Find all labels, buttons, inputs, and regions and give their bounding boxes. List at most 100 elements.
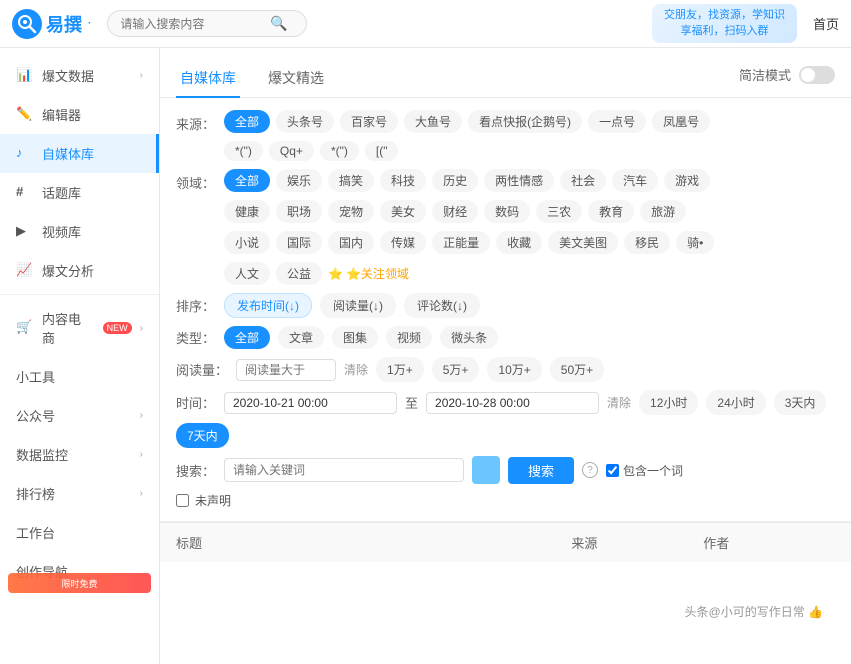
top-search-bar[interactable]: 🔍 xyxy=(107,10,307,37)
domain-xiaoshuo[interactable]: 小说 xyxy=(224,231,270,254)
time-clear-btn[interactable]: 清除 xyxy=(607,394,631,411)
read-50w[interactable]: 50万+ xyxy=(550,357,604,382)
domain-yule[interactable]: 娱乐 xyxy=(276,169,322,192)
domain-chongwu[interactable]: 宠物 xyxy=(328,200,374,223)
type-all[interactable]: 全部 xyxy=(224,326,270,349)
read-clear-btn[interactable]: 清除 xyxy=(344,361,368,378)
domain-sannong[interactable]: 三农 xyxy=(536,200,582,223)
source-options: 全部 头条号 百家号 大鱼号 看点快报(企鹅号) 一点号 凤凰号 xyxy=(224,110,835,133)
type-label: 类型： xyxy=(176,328,216,347)
type-micro[interactable]: 微头条 xyxy=(440,326,498,349)
domain-zhengneng[interactable]: 正能量 xyxy=(432,231,490,254)
time-24h[interactable]: 24小时 xyxy=(706,390,765,415)
domain-jiankang[interactable]: 健康 xyxy=(224,200,270,223)
domain-shuma[interactable]: 数码 xyxy=(484,200,530,223)
domain-chuanmei[interactable]: 传媒 xyxy=(380,231,426,254)
sort-comment-count[interactable]: 评论数(↓) xyxy=(404,293,480,318)
domain-qiche2[interactable]: 骑• xyxy=(676,231,714,254)
sidebar-item-shipin[interactable]: ▶ 视频库 xyxy=(0,212,159,251)
time-end-input[interactable] xyxy=(426,392,599,414)
declare-checkbox[interactable] xyxy=(176,494,189,507)
domain-zhichang[interactable]: 职场 xyxy=(276,200,322,223)
sidebar-item-paihang[interactable]: 排行榜 › xyxy=(0,474,159,513)
type-article[interactable]: 文章 xyxy=(278,326,324,349)
source-fenghuang[interactable]: 凤凰号 xyxy=(652,110,710,133)
help-icon[interactable]: ? xyxy=(582,462,598,478)
source-qq[interactable]: Qq+ xyxy=(269,141,314,161)
time-12h[interactable]: 12小时 xyxy=(639,390,698,415)
sidebar-item-baowen-fenxi[interactable]: 📈 爆文分析 xyxy=(0,251,159,290)
time-7d[interactable]: 7天内 xyxy=(176,423,229,448)
domain-liangsex[interactable]: 两性情感 xyxy=(484,169,554,192)
domain-all[interactable]: 全部 xyxy=(224,169,270,192)
read-5w[interactable]: 5万+ xyxy=(432,357,480,382)
type-gallery[interactable]: 图集 xyxy=(332,326,378,349)
sidebar-item-huati[interactable]: # 话题库 xyxy=(0,173,159,212)
source-toutiao[interactable]: 头条号 xyxy=(276,110,334,133)
attention-domain-link[interactable]: ⭐ ⭐关注领域 xyxy=(328,265,409,282)
type-video[interactable]: 视频 xyxy=(386,326,432,349)
top-search-icon[interactable]: 🔍 xyxy=(270,15,287,32)
tab-zimeiti[interactable]: 自媒体库 xyxy=(176,60,240,98)
source-baijia[interactable]: 百家号 xyxy=(340,110,398,133)
domain-filter-row3: 小说 国际 国内 传媒 正能量 收藏 美文美图 移民 骑• xyxy=(224,231,835,254)
source-all[interactable]: 全部 xyxy=(224,110,270,133)
domain-caijing[interactable]: 财经 xyxy=(432,200,478,223)
sidebar-item-baowen[interactable]: 📊 爆文数据 › xyxy=(0,56,159,95)
top-search-input[interactable] xyxy=(120,17,270,31)
sidebar-item-jiankong[interactable]: 数据监控 › xyxy=(0,435,159,474)
sidebar-item-editor[interactable]: ✏️ 编辑器 xyxy=(0,95,159,134)
domain-keji[interactable]: 科技 xyxy=(380,169,426,192)
sidebar-item-tools[interactable]: 小工具 xyxy=(0,357,159,396)
sidebar-item-zimeiti[interactable]: ♪ 自媒体库 xyxy=(0,134,159,173)
read-label: 阅读量： xyxy=(176,360,228,379)
domain-shoucang[interactable]: 收藏 xyxy=(496,231,542,254)
nav-home[interactable]: 首页 xyxy=(813,14,839,33)
read-10w[interactable]: 10万+ xyxy=(487,357,541,382)
search-row: 搜索： 搜索 ? 包含一个词 xyxy=(176,456,835,484)
logo: 易撰 · xyxy=(12,9,91,39)
include-one-word-label[interactable]: 包含一个词 xyxy=(606,462,683,479)
time-3d[interactable]: 3天内 xyxy=(774,390,827,415)
domain-shehui[interactable]: 社会 xyxy=(560,169,606,192)
source-sohu[interactable]: *(") xyxy=(320,141,359,161)
domain-lvyou[interactable]: 旅游 xyxy=(640,200,686,223)
domain-guonei[interactable]: 国内 xyxy=(328,231,374,254)
search-execute-btn[interactable]: 搜索 xyxy=(508,457,574,484)
source-kandian[interactable]: 看点快报(企鹅号) xyxy=(468,110,582,133)
source-yidian[interactable]: 一点号 xyxy=(588,110,646,133)
domain-yimin[interactable]: 移民 xyxy=(624,231,670,254)
search-color-toggle[interactable] xyxy=(472,456,500,484)
include-one-word-checkbox[interactable] xyxy=(606,464,619,477)
tab-baowen-jingxuan[interactable]: 爆文精选 xyxy=(264,60,328,98)
domain-filter-row1: 领域： 全部 娱乐 搞笑 科技 历史 两性情感 社会 汽车 游戏 xyxy=(176,169,835,192)
domain-row2-options: 健康 职场 宠物 美女 财经 数码 三农 教育 旅游 xyxy=(224,200,835,223)
domain-guoji[interactable]: 国际 xyxy=(276,231,322,254)
search-keyword-input[interactable] xyxy=(224,458,464,482)
domain-jiaoyu[interactable]: 教育 xyxy=(588,200,634,223)
source-dayu[interactable]: 大鱼号 xyxy=(404,110,462,133)
domain-meinv[interactable]: 美女 xyxy=(380,200,426,223)
domain-qiche[interactable]: 汽车 xyxy=(612,169,658,192)
sidebar-item-chuangzuo[interactable]: 创作导航 限时免费 xyxy=(0,552,159,591)
domain-lishi[interactable]: 历史 xyxy=(432,169,478,192)
domain-gongyi[interactable]: 公益 xyxy=(276,262,322,285)
sort-read-count[interactable]: 阅读量(↓) xyxy=(320,293,396,318)
source-wangyi[interactable]: *(") xyxy=(224,141,263,161)
tab-toggle-area: 简洁模式 xyxy=(739,65,835,92)
time-start-input[interactable] xyxy=(224,392,397,414)
sort-publish-time[interactable]: 发布时间(↓) xyxy=(224,293,312,318)
sidebar-item-gongtai[interactable]: 工作台 xyxy=(0,513,159,552)
simple-mode-toggle[interactable] xyxy=(799,66,835,84)
read-1w[interactable]: 1万+ xyxy=(376,357,424,382)
source-bili[interactable]: [(" xyxy=(365,141,399,161)
read-input[interactable] xyxy=(236,359,336,381)
domain-gaoxiao[interactable]: 搞笑 xyxy=(328,169,374,192)
arrow-icon-jiankong: › xyxy=(140,449,143,460)
domain-renwen[interactable]: 人文 xyxy=(224,262,270,285)
domain-meiwen[interactable]: 美文美图 xyxy=(548,231,618,254)
sidebar-item-neirong[interactable]: 🛒 内容电商 NEW › xyxy=(0,299,159,357)
sidebar-item-gongzhong[interactable]: 公众号 › xyxy=(0,396,159,435)
arrow-icon-paihang: › xyxy=(140,488,143,499)
domain-youxi[interactable]: 游戏 xyxy=(664,169,710,192)
